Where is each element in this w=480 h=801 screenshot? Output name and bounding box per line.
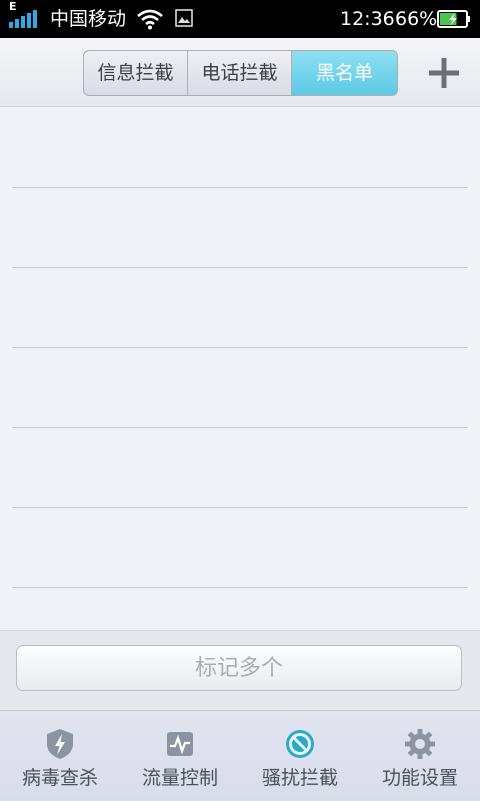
nav-label: 骚扰拦截 bbox=[261, 767, 338, 789]
list-item-divider bbox=[12, 587, 468, 588]
nav-item-virus-scan[interactable]: 病毒查杀 bbox=[0, 711, 120, 801]
nav-item-traffic-control[interactable]: 流量控制 bbox=[120, 711, 240, 801]
battery-charging-icon bbox=[437, 10, 470, 28]
traffic-chart-icon bbox=[167, 732, 193, 756]
nav-item-settings[interactable]: 功能设置 bbox=[360, 711, 480, 801]
tab-sms-block[interactable]: 信息拦截 bbox=[84, 51, 188, 95]
plus-icon[interactable] bbox=[426, 55, 462, 91]
header-bar: 信息拦截 电话拦截 黑名单 bbox=[0, 38, 480, 107]
bottom-nav: 病毒查杀 流量控制 骚扰拦截 功能设置 bbox=[0, 710, 480, 801]
nav-label: 功能设置 bbox=[381, 767, 458, 789]
image-notification-icon bbox=[175, 9, 193, 27]
status-bar: E 中国移动 12:36 66% bbox=[0, 0, 480, 38]
battery-percent: 66% bbox=[395, 8, 438, 30]
list-item-divider bbox=[12, 507, 468, 508]
signal-icon bbox=[9, 10, 37, 28]
carrier-name: 中国移动 bbox=[50, 8, 127, 30]
list-item-divider bbox=[12, 267, 468, 268]
clock: 12:36 bbox=[340, 8, 395, 30]
list-item-divider bbox=[12, 187, 468, 188]
tab-call-block[interactable]: 电话拦截 bbox=[188, 51, 292, 95]
action-area: 标记多个 bbox=[0, 630, 480, 711]
gear-icon bbox=[405, 729, 435, 759]
nav-label: 病毒查杀 bbox=[21, 767, 98, 789]
block-icon bbox=[286, 730, 314, 758]
list-item-divider bbox=[12, 347, 468, 348]
tab-blacklist[interactable]: 黑名单 bbox=[292, 51, 397, 95]
wifi-icon bbox=[137, 9, 163, 30]
nav-label: 流量控制 bbox=[141, 767, 218, 789]
mark-multiple-button[interactable]: 标记多个 bbox=[16, 645, 462, 691]
nav-item-harassment-block[interactable]: 骚扰拦截 bbox=[240, 711, 360, 801]
shield-bolt-icon bbox=[47, 729, 73, 759]
blacklist-list bbox=[0, 107, 480, 630]
list-item-divider bbox=[12, 427, 468, 428]
tab-group: 信息拦截 电话拦截 黑名单 bbox=[83, 50, 398, 96]
